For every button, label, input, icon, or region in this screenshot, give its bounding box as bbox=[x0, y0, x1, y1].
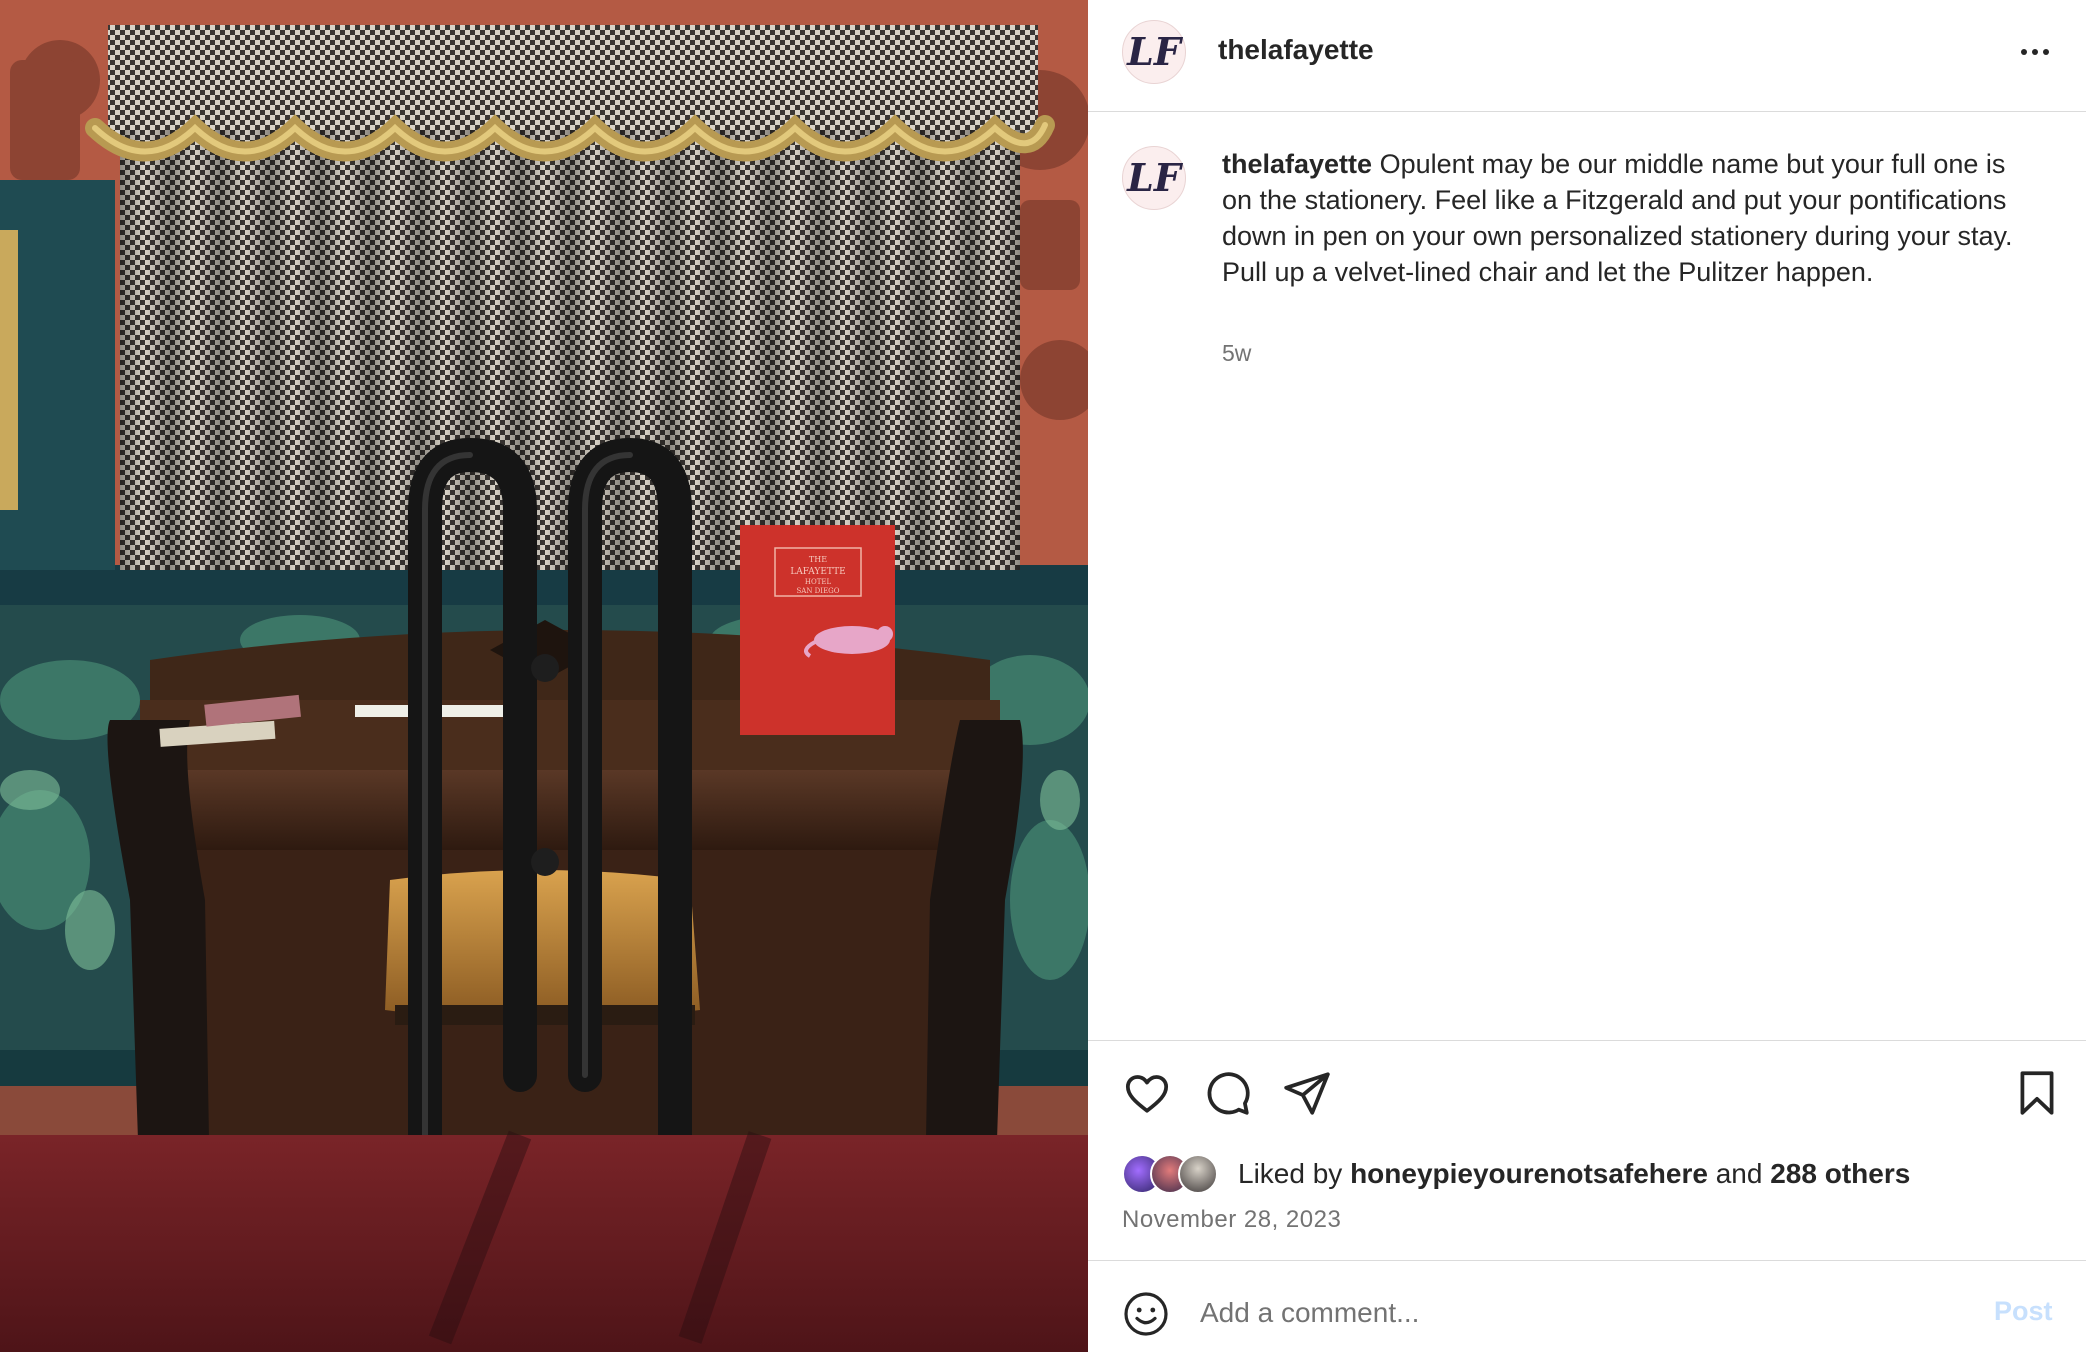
more-horizontal-icon-dot bbox=[2043, 49, 2049, 55]
liker-avatars[interactable] bbox=[1122, 1152, 1232, 1196]
post-header: LF thelafayette bbox=[1088, 0, 2086, 112]
post-comment-button[interactable]: Post bbox=[1994, 1296, 2053, 1327]
divider bbox=[1088, 1260, 2086, 1261]
post-photo-illustration: THE LAFAYETTE HOTEL SAN DIEGO bbox=[0, 0, 1088, 1352]
emoji-button[interactable] bbox=[1122, 1290, 1170, 1338]
likes-others-link[interactable]: 288 others bbox=[1770, 1158, 1910, 1189]
post-author-username[interactable]: thelafayette bbox=[1218, 34, 1374, 66]
like-button[interactable] bbox=[1122, 1068, 1172, 1118]
likes-text: Liked by honeypieyourenotsafehere and 28… bbox=[1238, 1158, 1910, 1190]
likes-summary: Liked by honeypieyourenotsafehere and 28… bbox=[1122, 1152, 1910, 1196]
menu-card-line-4: SAN DIEGO bbox=[796, 587, 839, 595]
menu-card-line-1: THE bbox=[809, 555, 827, 564]
post-date[interactable]: November 28, 2023 bbox=[1122, 1206, 1341, 1234]
menu-card-line-3: HOTEL bbox=[805, 578, 832, 586]
caption-username[interactable]: thelafayette bbox=[1222, 149, 1372, 179]
emoji-icon bbox=[1124, 1292, 1168, 1336]
comment-icon bbox=[1207, 1072, 1250, 1115]
more-options-button[interactable] bbox=[2010, 36, 2060, 68]
more-horizontal-icon-dot bbox=[2032, 49, 2038, 55]
share-button[interactable] bbox=[1282, 1068, 1332, 1118]
more-horizontal-icon bbox=[2021, 49, 2027, 55]
top-liker-username[interactable]: honeypieyourenotsafehere bbox=[1350, 1158, 1708, 1189]
liker-avatar bbox=[1178, 1154, 1218, 1194]
avatar-monogram: LF bbox=[1127, 155, 1181, 200]
divider bbox=[1088, 1040, 2086, 1041]
caption-relative-time[interactable]: 5w bbox=[1222, 340, 1251, 367]
caption-avatar[interactable]: LF bbox=[1122, 146, 1186, 210]
comment-input[interactable] bbox=[1200, 1290, 1960, 1336]
bookmark-icon bbox=[2020, 1071, 2054, 1115]
save-button[interactable] bbox=[2012, 1068, 2062, 1118]
comment-button[interactable] bbox=[1202, 1068, 1252, 1118]
heart-icon bbox=[1125, 1075, 1169, 1113]
share-icon bbox=[1284, 1072, 1330, 1115]
menu-card-line-2: LAFAYETTE bbox=[790, 567, 845, 577]
post-side-panel: LF thelafayette LF thelafayette Opulent … bbox=[1088, 0, 2086, 1352]
post-photo: THE LAFAYETTE HOTEL SAN DIEGO bbox=[0, 0, 1088, 1352]
likes-prefix: Liked by bbox=[1238, 1158, 1343, 1189]
avatar-monogram: LF bbox=[1127, 29, 1181, 74]
likes-connector: and bbox=[1715, 1158, 1763, 1189]
post-caption: thelafayette Opulent may be our middle n… bbox=[1222, 146, 2042, 290]
profile-avatar[interactable]: LF bbox=[1122, 20, 1186, 84]
